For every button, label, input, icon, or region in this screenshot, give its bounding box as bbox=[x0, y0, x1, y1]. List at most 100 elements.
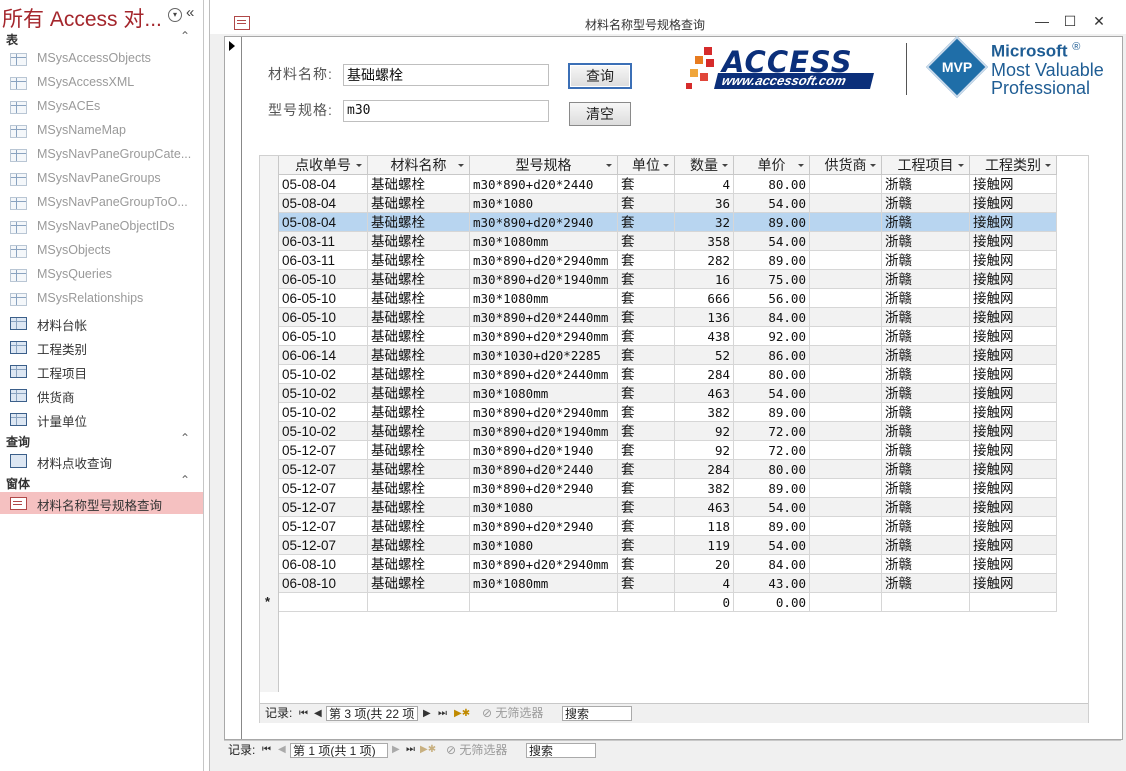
column-header[interactable]: 单价 bbox=[734, 156, 810, 175]
receipt-no-cell[interactable]: 06-03-11 bbox=[279, 232, 368, 251]
supplier-cell[interactable] bbox=[810, 289, 882, 308]
material-name-cell[interactable]: 基础螺栓 bbox=[368, 460, 470, 479]
receipt-no-cell[interactable]: 05-08-04 bbox=[279, 213, 368, 232]
main-first-record-icon[interactable]: ⏮ bbox=[262, 741, 271, 759]
project-type-cell[interactable]: 接触网 bbox=[970, 403, 1057, 422]
project-type-cell[interactable]: 接触网 bbox=[970, 460, 1057, 479]
qty-cell[interactable]: 52 bbox=[675, 346, 734, 365]
spec-cell[interactable]: m30*890+d20*2440 bbox=[470, 175, 618, 194]
material-name-cell[interactable]: 基础螺栓 bbox=[368, 289, 470, 308]
spec-cell[interactable]: m30*890+d20*2940 bbox=[470, 479, 618, 498]
receipt-no-cell[interactable]: 05-10-02 bbox=[279, 384, 368, 403]
qty-cell[interactable]: 118 bbox=[675, 517, 734, 536]
nav-table-item[interactable]: MSysObjects bbox=[0, 240, 203, 262]
main-new-record-icon[interactable]: ▶✱ bbox=[420, 741, 436, 759]
qty-cell[interactable]: 284 bbox=[675, 460, 734, 479]
unit-cell[interactable]: 套 bbox=[618, 441, 675, 460]
price-cell[interactable]: 80.00 bbox=[734, 365, 810, 384]
material-name-cell[interactable]: 基础螺栓 bbox=[368, 403, 470, 422]
project-cell[interactable]: 浙赣 bbox=[882, 213, 970, 232]
column-header[interactable]: 工程项目 bbox=[882, 156, 970, 175]
new-unit-cell[interactable] bbox=[618, 593, 675, 612]
supplier-cell[interactable] bbox=[810, 517, 882, 536]
material-name-cell[interactable]: 基础螺栓 bbox=[368, 194, 470, 213]
project-cell[interactable]: 浙赣 bbox=[882, 479, 970, 498]
supplier-cell[interactable] bbox=[810, 213, 882, 232]
sort-filter-arrow-icon[interactable] bbox=[798, 164, 804, 167]
sort-filter-arrow-icon[interactable] bbox=[722, 164, 728, 167]
column-header[interactable]: 供货商 bbox=[810, 156, 882, 175]
material-name-cell[interactable]: 基础螺栓 bbox=[368, 574, 470, 593]
supplier-cell[interactable] bbox=[810, 175, 882, 194]
nav-table-item[interactable]: MSysNavPaneGroupToO... bbox=[0, 192, 203, 214]
project-cell[interactable]: 浙赣 bbox=[882, 194, 970, 213]
sort-filter-arrow-icon[interactable] bbox=[663, 164, 669, 167]
receipt-no-cell[interactable]: 05-10-02 bbox=[279, 403, 368, 422]
unit-cell[interactable]: 套 bbox=[618, 460, 675, 479]
minimize-button[interactable]: — bbox=[1032, 11, 1052, 31]
nav-table-item[interactable]: MSysACEs bbox=[0, 96, 203, 118]
close-button[interactable]: ✕ bbox=[1089, 11, 1109, 31]
project-cell[interactable]: 浙赣 bbox=[882, 574, 970, 593]
material-name-cell[interactable]: 基础螺栓 bbox=[368, 536, 470, 555]
qty-cell[interactable]: 666 bbox=[675, 289, 734, 308]
supplier-cell[interactable] bbox=[810, 479, 882, 498]
supplier-cell[interactable] bbox=[810, 441, 882, 460]
spec-cell[interactable]: m30*890+d20*1940mm bbox=[470, 270, 618, 289]
qty-cell[interactable]: 4 bbox=[675, 574, 734, 593]
receipt-no-cell[interactable]: 05-12-07 bbox=[279, 441, 368, 460]
mainnav-position-box[interactable]: 第 1 项(共 1 项) bbox=[290, 743, 388, 758]
sort-filter-arrow-icon[interactable] bbox=[870, 164, 876, 167]
spec-cell[interactable]: m30*890+d20*2440mm bbox=[470, 308, 618, 327]
unit-cell[interactable]: 套 bbox=[618, 232, 675, 251]
material-name-cell[interactable]: 基础螺栓 bbox=[368, 213, 470, 232]
qty-cell[interactable]: 119 bbox=[675, 536, 734, 555]
nav-table-item[interactable]: MSysQueries bbox=[0, 264, 203, 286]
subnav-position-box[interactable]: 第 3 项(共 22 项 bbox=[326, 706, 418, 721]
main-last-record-icon[interactable]: ⏭ bbox=[406, 741, 415, 759]
supplier-cell[interactable] bbox=[810, 555, 882, 574]
project-cell[interactable]: 浙赣 bbox=[882, 517, 970, 536]
project-type-cell[interactable]: 接触网 bbox=[970, 251, 1057, 270]
receipt-no-cell[interactable]: 06-08-10 bbox=[279, 574, 368, 593]
price-cell[interactable]: 54.00 bbox=[734, 498, 810, 517]
supplier-cell[interactable] bbox=[810, 536, 882, 555]
supplier-cell[interactable] bbox=[810, 327, 882, 346]
nav-table-item[interactable]: MSysRelationships bbox=[0, 288, 203, 310]
receipt-no-cell[interactable]: 05-12-07 bbox=[279, 460, 368, 479]
qty-cell[interactable]: 32 bbox=[675, 213, 734, 232]
qty-cell[interactable]: 382 bbox=[675, 403, 734, 422]
qty-cell[interactable]: 16 bbox=[675, 270, 734, 289]
nav-table-item[interactable]: 供货商 bbox=[0, 384, 203, 406]
nav-group-tables[interactable]: 表 ⌃ bbox=[0, 29, 203, 47]
collapse-group-icon[interactable]: ⌃ bbox=[180, 29, 190, 43]
project-type-cell[interactable]: 接触网 bbox=[970, 289, 1057, 308]
project-type-cell[interactable]: 接触网 bbox=[970, 365, 1057, 384]
prev-record-icon[interactable]: ◀ bbox=[314, 704, 322, 723]
new-supplier-cell[interactable] bbox=[810, 593, 882, 612]
column-header[interactable]: 材料名称 bbox=[368, 156, 470, 175]
price-cell[interactable]: 43.00 bbox=[734, 574, 810, 593]
spec-cell[interactable]: m30*890+d20*1940 bbox=[470, 441, 618, 460]
sort-filter-arrow-icon[interactable] bbox=[958, 164, 964, 167]
project-cell[interactable]: 浙赣 bbox=[882, 270, 970, 289]
qty-cell[interactable]: 92 bbox=[675, 441, 734, 460]
nav-table-item[interactable]: 材料台帐 bbox=[0, 312, 203, 334]
unit-cell[interactable]: 套 bbox=[618, 289, 675, 308]
unit-cell[interactable]: 套 bbox=[618, 555, 675, 574]
project-type-cell[interactable]: 接触网 bbox=[970, 422, 1057, 441]
supplier-cell[interactable] bbox=[810, 403, 882, 422]
spec-cell[interactable]: m30*890+d20*2940mm bbox=[470, 327, 618, 346]
receipt-no-cell[interactable]: 05-12-07 bbox=[279, 479, 368, 498]
project-type-cell[interactable]: 接触网 bbox=[970, 498, 1057, 517]
receipt-no-cell[interactable]: 05-08-04 bbox=[279, 194, 368, 213]
nav-table-item[interactable]: 工程项目 bbox=[0, 360, 203, 382]
spec-cell[interactable]: m30*890+d20*2440 bbox=[470, 460, 618, 479]
new-project-cell[interactable] bbox=[882, 593, 970, 612]
new-receipt-no-cell[interactable] bbox=[279, 593, 368, 612]
nav-group-queries[interactable]: 查询 ⌃ bbox=[0, 431, 203, 449]
unit-cell[interactable]: 套 bbox=[618, 308, 675, 327]
material-name-cell[interactable]: 基础螺栓 bbox=[368, 365, 470, 384]
project-cell[interactable]: 浙赣 bbox=[882, 536, 970, 555]
main-next-record-icon[interactable]: ▶ bbox=[392, 741, 400, 759]
